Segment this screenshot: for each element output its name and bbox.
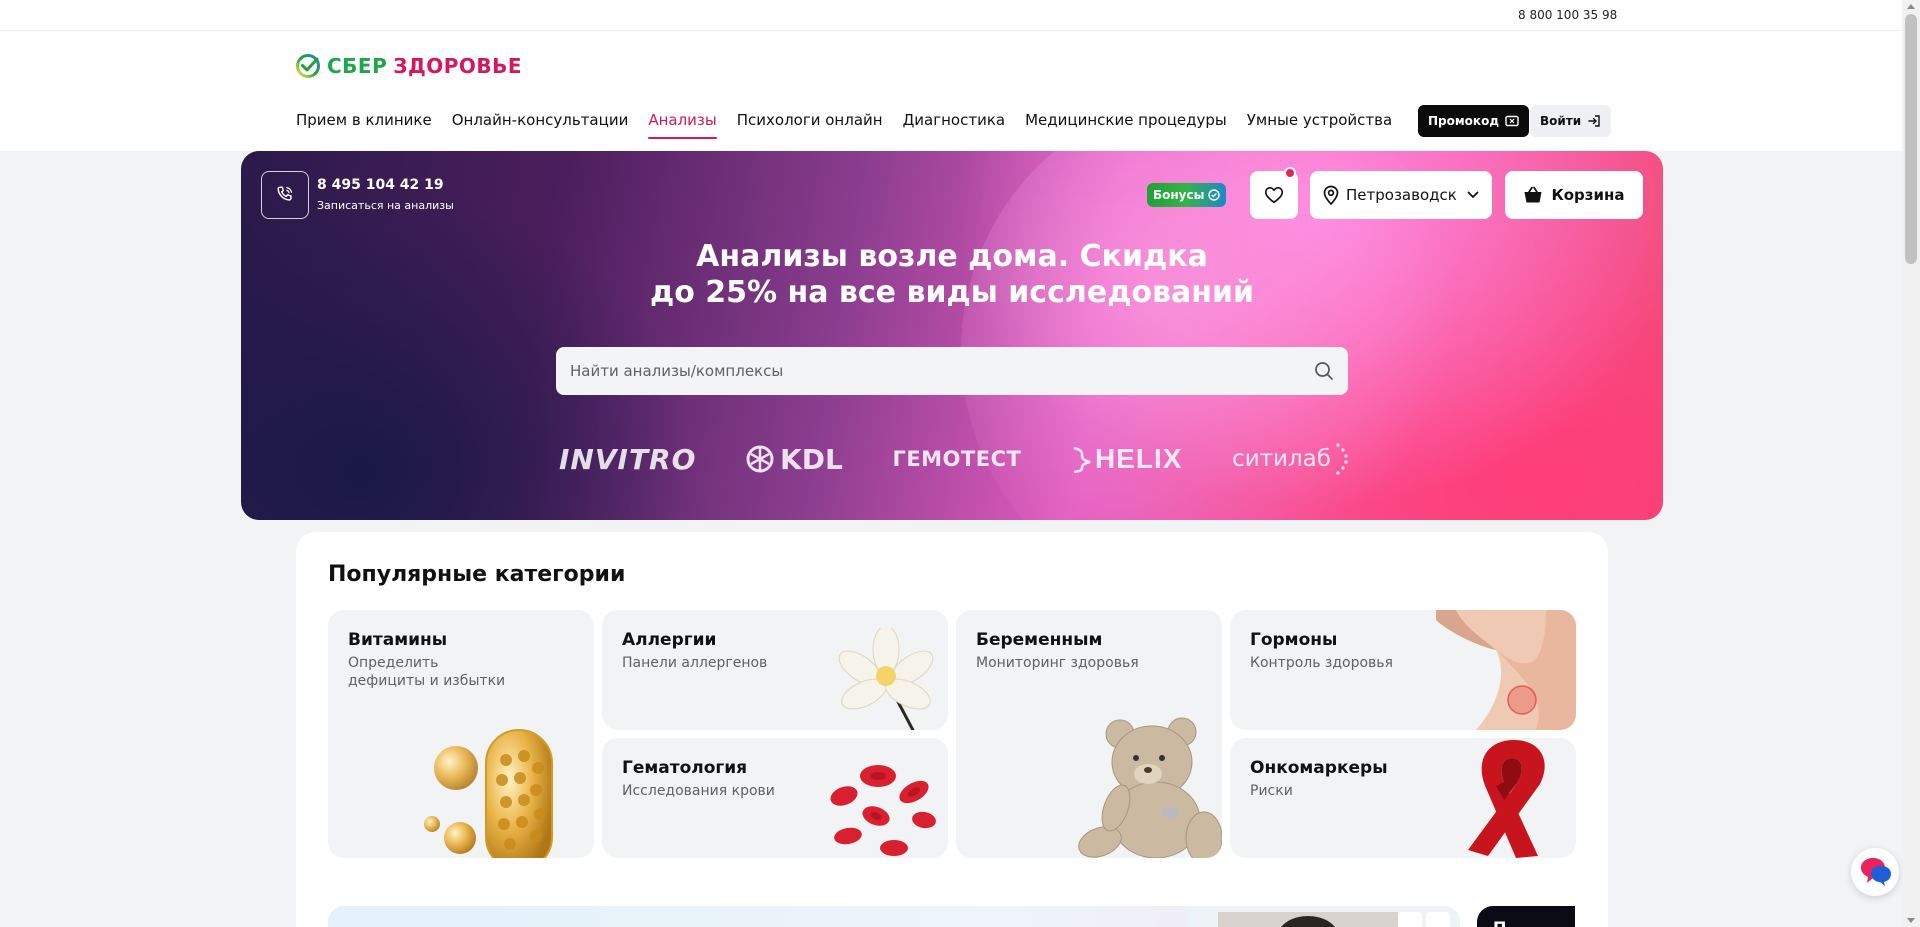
category-subtitle: Контроль здоровья xyxy=(1250,655,1393,671)
category-subtitle: Мониторинг здоровья xyxy=(976,655,1139,671)
page-scrollbar[interactable] xyxy=(1902,0,1920,927)
promo-code-label: Промокод xyxy=(1428,114,1500,128)
helix-mark-icon xyxy=(1073,446,1091,474)
category-title: Аллергии xyxy=(622,630,717,650)
logo-word-zdorovie: ЗДОРОВЬЕ xyxy=(393,54,523,78)
citilab-dots-icon xyxy=(1336,443,1348,475)
teddy-bear-image xyxy=(1078,717,1222,858)
lab-logo-helix-text: HELIX xyxy=(1094,443,1183,474)
hotline-phone[interactable]: 8 800 100 35 98 xyxy=(1518,8,1617,22)
category-subtitle: Исследования крови xyxy=(622,783,775,799)
hero-banner: 8 495 104 42 19 Записаться на анализы Бо… xyxy=(241,151,1663,520)
lab-logo-gemotest[interactable]: ГЕМОТЕСТ xyxy=(892,447,1021,471)
location-pin-icon xyxy=(1323,185,1339,205)
search-icon[interactable] xyxy=(1314,361,1334,381)
cart-button[interactable]: Корзина xyxy=(1505,171,1643,219)
login-arrow-icon xyxy=(1588,115,1600,127)
category-title: Гормоны xyxy=(1250,630,1338,650)
city-selector[interactable]: Петрозаводск xyxy=(1310,171,1492,219)
call-button[interactable] xyxy=(261,171,309,219)
lab-logo-helix[interactable]: HELIX xyxy=(1071,443,1182,475)
analyses-search-input[interactable] xyxy=(570,362,1314,380)
red-blood-cells-image xyxy=(830,765,936,856)
neck-thyroid-image xyxy=(1436,610,1576,730)
category-allergies[interactable]: Аллергии Панели аллергенов xyxy=(602,610,948,730)
lab-logo-citilab[interactable]: ситилаб xyxy=(1232,442,1349,476)
promo-banner-dark[interactable]: П xyxy=(1477,906,1575,927)
category-title: Гематология xyxy=(622,758,748,778)
lab-logo-kdl[interactable]: KDL xyxy=(746,443,843,476)
partner-labs: INVITRO KDL ГЕМОТЕСТ HELIX ситилаб xyxy=(559,437,1349,481)
lab-logo-citilab-text: ситилаб xyxy=(1232,446,1331,472)
awareness-ribbon-image xyxy=(1468,740,1545,858)
promo-ticket-icon xyxy=(1505,115,1519,127)
basket-icon xyxy=(1524,186,1542,203)
category-subtitle: Определить дефициты и избытки xyxy=(348,655,506,689)
support-chat-button[interactable] xyxy=(1851,848,1899,896)
category-title: Витамины xyxy=(348,630,448,650)
category-hematology[interactable]: Гематология Исследования крови xyxy=(602,738,948,858)
analyses-search-box xyxy=(556,347,1348,395)
login-label: Войти xyxy=(1540,114,1582,128)
category-oncomarkers[interactable]: Онкомаркеры Риски xyxy=(1230,738,1576,858)
promo-code-button[interactable]: Промокод xyxy=(1418,105,1530,137)
scroll-down-arrow-icon[interactable] xyxy=(1907,918,1915,923)
promo-banner-image xyxy=(1188,906,1460,927)
nav-online-consult[interactable]: Онлайн-консультации xyxy=(452,111,629,139)
category-title: Беременным xyxy=(976,630,1103,650)
sber-zdorovie-logo[interactable]: СБЕР ЗДОРОВЬЕ xyxy=(295,53,522,79)
main-nav: Прием в клинике Онлайн-консультации Анал… xyxy=(296,111,1392,139)
cart-label: Корзина xyxy=(1551,186,1625,204)
login-button[interactable]: Войти xyxy=(1530,105,1612,137)
category-subtitle: Панели аллергенов xyxy=(622,655,768,671)
nav-clinic[interactable]: Прием в клинике xyxy=(296,111,432,139)
category-subtitle: Риски xyxy=(1250,783,1293,799)
nav-smart-devices[interactable]: Умные устройства xyxy=(1247,111,1392,139)
booking-phone-caption: Записаться на анализы xyxy=(317,199,454,212)
category-pregnant[interactable]: Беременным Мониторинг здоровья xyxy=(956,610,1222,858)
bonus-badge[interactable]: Бонусы xyxy=(1147,183,1227,207)
logo-word-sber: СБЕР xyxy=(327,54,388,78)
popular-categories-title: Популярные категории xyxy=(328,562,626,587)
phone-icon xyxy=(277,186,293,201)
favorites-button[interactable] xyxy=(1250,167,1298,219)
heart-icon xyxy=(1264,187,1284,204)
promo-banner-light[interactable] xyxy=(328,906,1460,927)
bonus-icon xyxy=(1208,189,1221,201)
scrollbar-thumb[interactable] xyxy=(1905,14,1917,264)
site-header: СБЕР ЗДОРОВЬЕ Прием в клинике Онлайн-кон… xyxy=(0,31,1902,151)
flower-image xyxy=(838,628,934,730)
kdl-mark-icon xyxy=(746,445,774,473)
hero-title: Анализы возле дома. Скидка до 25% на все… xyxy=(241,239,1663,311)
promo-banner-dark-text: П xyxy=(1493,918,1506,927)
nav-psychologists[interactable]: Психологи онлайн xyxy=(737,111,883,139)
sber-logo-icon xyxy=(296,54,320,78)
popular-categories: Популярные категории Витамины Определить… xyxy=(296,532,1608,927)
hero-title-line1: Анализы возле дома. Скидка xyxy=(696,239,1208,274)
chat-icon xyxy=(1861,858,1891,886)
nav-analyses[interactable]: Анализы xyxy=(648,111,718,139)
city-name: Петрозаводск xyxy=(1346,186,1457,204)
favorites-indicator-dot xyxy=(1284,167,1296,179)
nav-procedures[interactable]: Медицинские процедуры xyxy=(1025,111,1227,139)
category-title: Онкомаркеры xyxy=(1250,758,1388,778)
category-hormones[interactable]: Гормоны Контроль здоровья xyxy=(1230,610,1576,730)
chevron-down-icon xyxy=(1467,191,1479,199)
lab-logo-kdl-text: KDL xyxy=(780,442,843,476)
lab-logo-invitro[interactable]: INVITRO xyxy=(559,443,696,476)
top-strip: 8 800 100 35 98 xyxy=(0,0,1902,31)
vitamin-capsule-image xyxy=(424,729,553,858)
hero-title-line2: до 25% на все виды исследований xyxy=(649,275,1255,310)
booking-phone[interactable]: 8 495 104 42 19 xyxy=(317,177,444,193)
category-vitamins[interactable]: Витамины Определить дефициты и избытки xyxy=(328,610,594,858)
nav-diagnostics[interactable]: Диагностика xyxy=(903,111,1006,139)
scroll-up-arrow-icon[interactable] xyxy=(1907,4,1915,9)
bonus-label: Бонусы xyxy=(1153,188,1205,202)
